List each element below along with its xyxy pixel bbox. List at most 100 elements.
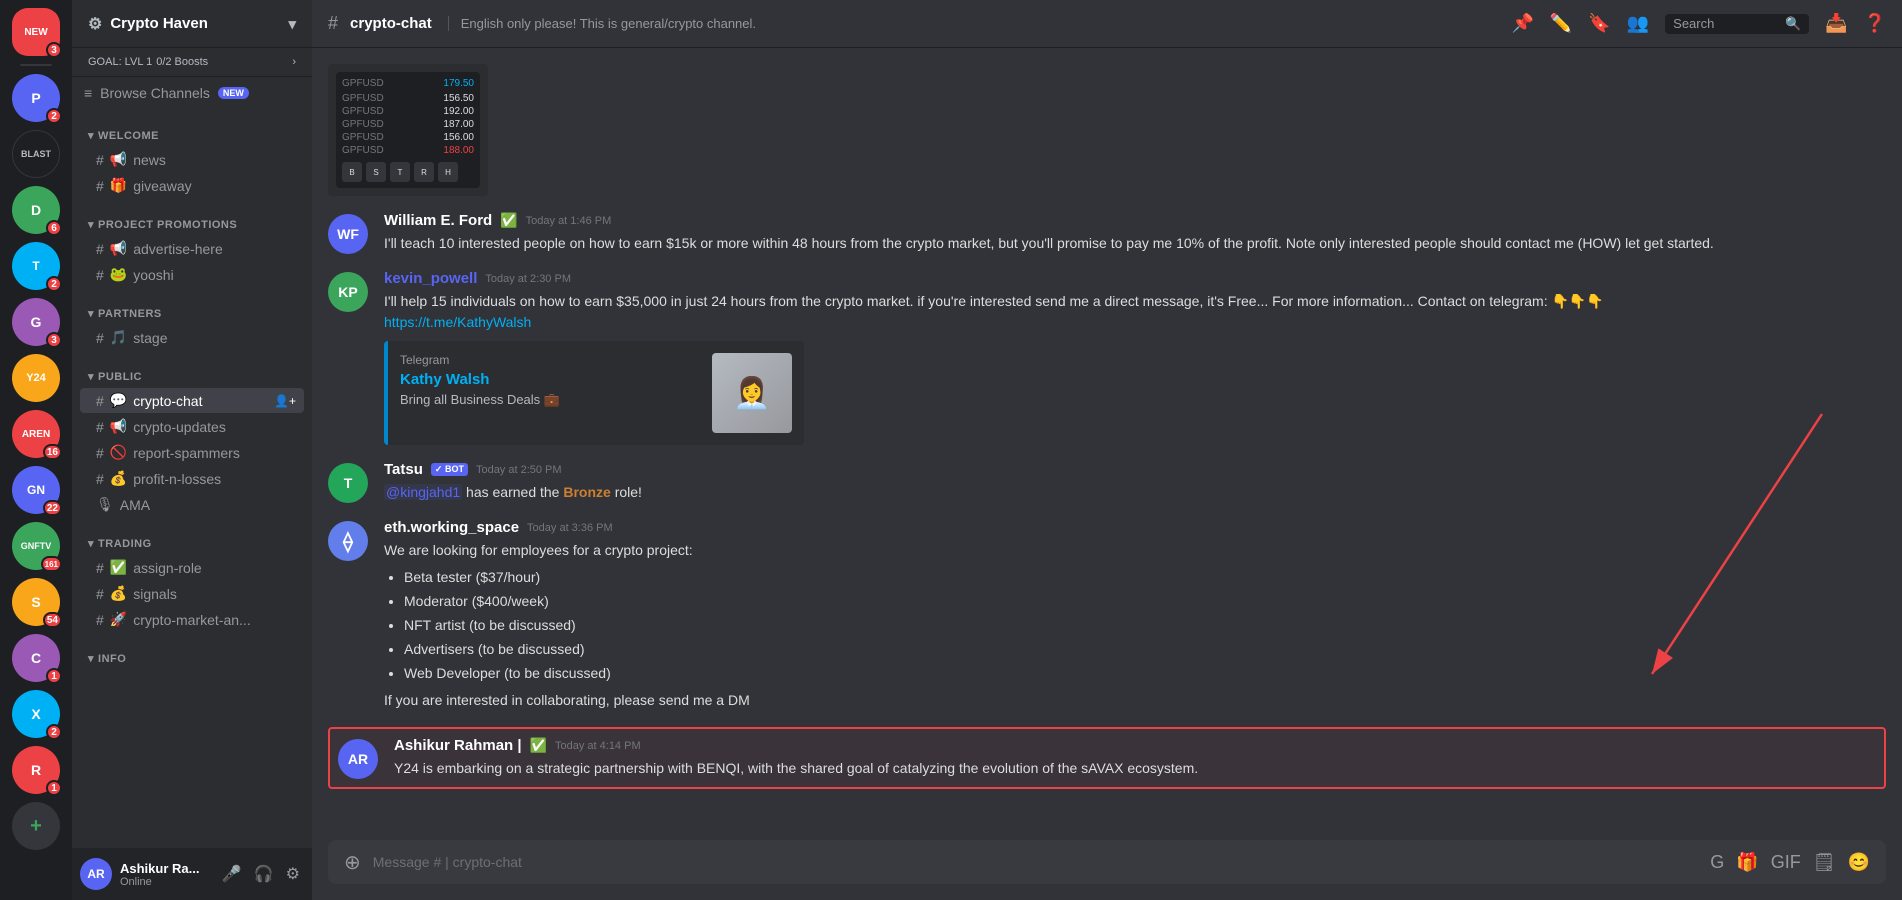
hash-icon: # [96,393,104,409]
message-header: William E. Ford ✅ Today at 1:46 PM [384,212,1886,229]
new-badge: NEW [218,87,249,99]
channel-emoji: 🎵 [110,329,127,346]
server-icon-s[interactable]: S 54 [12,578,60,626]
message-input[interactable] [373,854,1699,870]
telegram-embed: Telegram Kathy Walsh Bring all Business … [384,341,804,445]
sticker-icon[interactable]: 🗒 [1813,852,1836,873]
message-input-box: ⊕ G 🎁 GIF 🗒 😊 [328,840,1886,884]
pin-icon[interactable]: 📌 [1511,13,1533,34]
channel-emoji: 🚫 [110,444,127,461]
channel-item-assign-role[interactable]: # ✅ assign-role [80,555,304,580]
help-icon[interactable]: ❓ [1864,13,1886,34]
server-icon-gnftv[interactable]: GNFTV 161 [12,522,60,570]
channel-name: profit-n-losses [133,471,221,487]
channel-item-yooshi[interactable]: # 🐸 yooshi [80,262,304,287]
channel-name: giveaway [133,178,191,194]
headphone-button[interactable]: 🎧 [250,860,278,888]
server-icon-aren[interactable]: AREN 16 [12,410,60,458]
search-input[interactable]: Search [1673,16,1779,31]
channel-item-crypto-updates[interactable]: # 📢 crypto-updates [80,414,304,439]
channel-emoji: 💬 [110,392,127,409]
section-project-promotions: ▾ PROJECT PROMOTIONS # 📢 advertise-here … [72,214,312,287]
channel-name: news [133,152,166,168]
server-badge: 6 [46,220,62,236]
channel-item-crypto-market[interactable]: # 🚀 crypto-market-an... [80,607,304,632]
embed-title[interactable]: Kathy Walsh [400,371,700,388]
server-icon-blast[interactable]: BLAST [12,130,60,178]
server-sidebar: NEW 3 P 2 BLAST D 6 T 2 G 3 Y24 AREN 16 … [0,0,72,900]
server-icon-gn[interactable]: GN 22 [12,466,60,514]
gift-icon[interactable]: 🎁 [1736,852,1758,873]
section-header-project-promotions[interactable]: ▾ PROJECT PROMOTIONS [72,214,312,235]
hash-icon: # [96,560,104,576]
channel-item-crypto-chat[interactable]: # 💬 crypto-chat 👤+ [80,388,304,413]
search-box[interactable]: Search 🔍 [1665,14,1809,34]
message-text: I'll help 15 individuals on how to earn … [384,291,1886,312]
message-link[interactable]: https://t.me/KathyWalsh [384,312,1886,333]
chevron-icon: ▾ [88,307,94,320]
channel-item-stage[interactable]: # 🎵 stage [80,325,304,350]
mic-button[interactable]: 🎤 [218,860,246,888]
server-icon-c[interactable]: C 1 [12,634,60,682]
channels-list: ▾ WELCOME # 📢 news # 🎁 giveaway ▾ PROJEC… [72,109,312,848]
browse-channels-button[interactable]: ≡ Browse Channels NEW [72,77,312,109]
channel-name: assign-role [133,560,201,576]
server-icon-add[interactable]: + [12,802,60,850]
grammarly-icon[interactable]: G [1710,852,1724,873]
emoji-icon[interactable]: 😊 [1848,852,1870,873]
server-icon-d[interactable]: D 6 [12,186,60,234]
chevron-icon: ▾ [88,370,94,383]
section-header-welcome[interactable]: ▾ WELCOME [72,125,312,146]
message-username: Ashikur Rahman | [394,737,522,754]
section-trading: ▾ TRADING # ✅ assign-role # 💰 signals # … [72,533,312,632]
avatar: ⟠ [328,521,368,561]
members-icon[interactable]: 👥 [1627,13,1649,34]
server-badge: 3 [46,332,62,348]
list-item: Web Developer (to be discussed) [404,663,1886,684]
inbox-icon[interactable]: 📥 [1825,13,1847,34]
message-username: kevin_powell [384,270,477,287]
chevron-icon: ▾ [88,652,94,665]
channel-item-report-spammers[interactable]: # 🚫 report-spammers [80,440,304,465]
server-header[interactable]: ⚙ Crypto Haven ▾ [72,0,312,48]
gif-icon[interactable]: GIF [1771,852,1801,873]
edit-icon[interactable]: ✏️ [1550,13,1572,34]
server-icon-new[interactable]: NEW 3 [12,8,60,56]
settings-button[interactable]: ⚙ [282,860,304,888]
add-file-button[interactable]: ⊕ [344,850,361,875]
channel-item-ama[interactable]: 🎙 AMA [80,492,304,517]
hash-icon: # [96,471,104,487]
hash-icon: # [96,152,104,168]
server-icon-x[interactable]: X 2 [12,690,60,738]
list-item: NFT artist (to be discussed) [404,615,1886,636]
channel-item-profit-n-losses[interactable]: # 💰 profit-n-losses [80,466,304,491]
section-partners: ▾ PARTNERS # 🎵 stage [72,303,312,350]
server-badge: 1 [46,668,62,684]
channel-item-advertise-here[interactable]: # 📢 advertise-here [80,236,304,261]
section-header-info[interactable]: ▾ INFO [72,648,312,669]
mic-icon: 🎙 [96,496,114,513]
channel-emoji: 📢 [110,151,127,168]
section-header-trading[interactable]: ▾ TRADING [72,533,312,554]
channel-emoji: 📢 [110,240,127,257]
user-panel: AR Ashikur Ra... Online 🎤 🎧 ⚙ [72,848,312,900]
section-welcome: ▾ WELCOME # 📢 news # 🎁 giveaway [72,125,312,198]
bookmark-icon[interactable]: 🔖 [1588,13,1610,34]
channel-item-signals[interactable]: # 💰 signals [80,581,304,606]
server-icon-g[interactable]: G 3 [12,298,60,346]
role-badge: Bronze [563,484,610,500]
chevron-icon: ▾ [88,218,94,231]
channel-item-giveaway[interactable]: # 🎁 giveaway [80,173,304,198]
server-icon-t[interactable]: T 2 [12,242,60,290]
section-header-public[interactable]: ▾ PUBLIC [72,366,312,387]
message-text: @kingjahd1 has earned the Bronze role! [384,482,1886,503]
channel-emoji: 📢 [110,418,127,435]
boost-bar: GOAL: LVL 1 0/2 Boosts › [72,48,312,77]
avatar: AR [338,739,378,779]
server-name: Crypto Haven [110,15,208,32]
section-header-partners[interactable]: ▾ PARTNERS [72,303,312,324]
server-icon-y24[interactable]: Y24 [12,354,60,402]
channel-item-news[interactable]: # 📢 news [80,147,304,172]
server-icon-p[interactable]: P 2 [12,74,60,122]
server-icon-r[interactable]: R 1 [12,746,60,794]
